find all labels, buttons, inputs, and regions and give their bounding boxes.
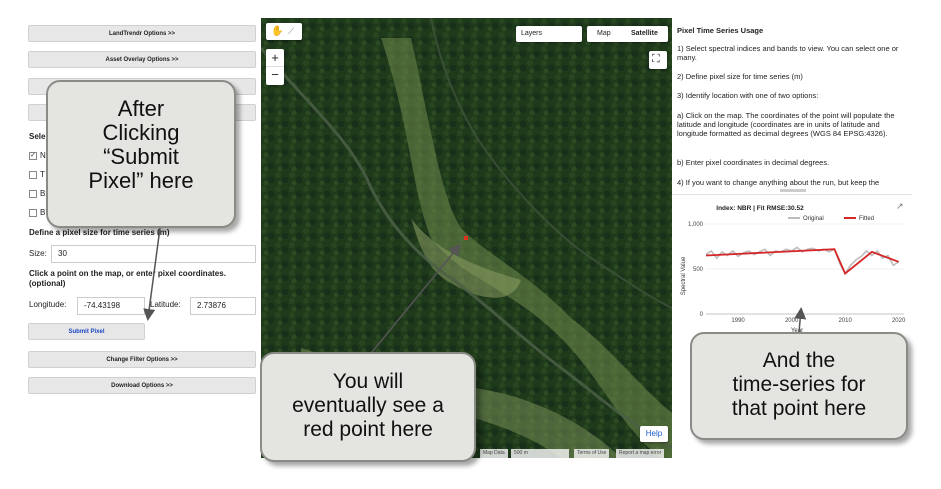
callout-left-line-3: “Submit [103, 144, 179, 169]
zoom-in-button[interactable]: + [266, 49, 284, 67]
select-indices-heading: Sele [29, 132, 46, 141]
asset-overlay-options-button[interactable]: Asset Overlay Options >> [28, 51, 256, 68]
x-tick-label: 2010 [838, 318, 852, 324]
fullscreen-button[interactable]: ⛶ [649, 51, 667, 69]
legend-label-fitted: Fitted [859, 216, 874, 222]
x-tick-label: 2020 [892, 318, 906, 324]
pixel-size-heading: Define a pixel size for time series (m) [29, 228, 170, 237]
terms-of-use-link[interactable]: Terms of Use [574, 449, 610, 458]
usage-step-1: 1) Select spectral indices and bands to … [677, 44, 899, 62]
callout-right-line-2: time-series for [732, 373, 866, 396]
index-checkbox-2[interactable] [29, 171, 37, 179]
chart-axes: 0 500 1,000 1990 2000 2010 2020 [688, 222, 906, 324]
callout-submit-pixel: After Clicking “Submit Pixel” here [46, 80, 236, 228]
latitude-label: Latitude: [150, 300, 181, 309]
callout-left-line-4: Pixel” here [88, 168, 194, 193]
callout-center-line-3: red point here [303, 418, 433, 441]
map-type-toggle: Map Satellite [587, 26, 668, 42]
layers-dropdown[interactable]: Layers [516, 26, 582, 42]
map-type-satellite-button[interactable]: Satellite [631, 26, 658, 42]
usage-step-3b: b) Enter pixel coordinates in decimal de… [677, 158, 830, 167]
callout-center-line-2: eventually see a [292, 394, 444, 417]
chart-y-label: Spectral Value [681, 256, 687, 295]
longitude-input[interactable]: -74.43198 [77, 297, 145, 315]
pixel-size-input[interactable]: 30 [51, 245, 256, 263]
latitude-input[interactable]: 2.73876 [190, 297, 256, 315]
map-scale: 500 m [511, 449, 569, 458]
selected-pixel-point [464, 236, 468, 240]
draw-line-icon[interactable]: ⟋ [288, 26, 294, 37]
help-button[interactable]: Help [640, 426, 668, 442]
zoom-out-button[interactable]: − [266, 67, 284, 85]
callout-red-point: You will eventually see a red point here [260, 352, 476, 462]
pan-hand-icon[interactable]: ✋ [271, 26, 283, 37]
longitude-label: Longitude: [29, 300, 67, 309]
submit-pixel-button[interactable]: Submit Pixel [28, 323, 145, 340]
report-map-error-link[interactable]: Report a map error [616, 449, 665, 458]
x-tick-label: 2000 [785, 318, 799, 324]
time-series-chart: Index: NBR | Fit RMSE:30.52 Original Fitt… [681, 205, 906, 334]
chart-grid [706, 223, 904, 315]
x-tick-label: 1990 [731, 318, 745, 324]
callout-left-line-1: After [117, 96, 165, 121]
download-options-button[interactable]: Download Options >> [28, 377, 256, 394]
landtrendr-options-button[interactable]: LandTrendr Options >> [28, 25, 256, 42]
y-tick-label: 0 [700, 312, 704, 318]
y-tick-label: 1,000 [688, 222, 704, 228]
usage-title: Pixel Time Series Usage [677, 26, 764, 35]
map-type-map-button[interactable]: Map [597, 26, 611, 42]
y-tick-label: 500 [693, 267, 704, 273]
change-filter-options-button[interactable]: Change Filter Options >> [28, 351, 256, 368]
callout-right-line-1: And the [762, 349, 836, 372]
index-checkbox-nbr[interactable]: ✓ [29, 152, 37, 160]
chart-legend: Original Fitted [788, 216, 874, 222]
zoom-control: + − [266, 49, 284, 85]
callout-right-line-3: that point here [731, 397, 867, 420]
index-label-2: T [40, 170, 45, 179]
fullscreen-icon: ⛶ [652, 53, 660, 65]
size-label: Size: [29, 249, 47, 258]
index-checkbox-b7[interactable] [29, 209, 37, 217]
usage-step-4: 4) If you want to change anything about … [677, 178, 880, 187]
map-tool-buttons: ✋ ⟋ [266, 23, 302, 40]
callout-time-series: And the time-series for that point here [690, 332, 908, 440]
layers-label: Layers [521, 30, 543, 37]
callout-left-line-2: Clicking [102, 120, 180, 145]
map-data-link[interactable]: Map Data [480, 449, 508, 458]
usage-step-3a: a) Click on the map. The coordinates of … [677, 111, 895, 138]
chart-title: Index: NBR | Fit RMSE:30.52 [716, 205, 804, 212]
legend-label-original: Original [803, 216, 824, 222]
chart-series [705, 246, 900, 276]
callout-center-line-1: You will [332, 370, 404, 393]
usage-step-2: 2) Define pixel size for time series (m) [677, 72, 803, 81]
index-checkbox-b2[interactable] [29, 190, 37, 198]
usage-step-3: 3) Identify location with one of two opt… [677, 91, 819, 100]
panel-resize-handle[interactable] [780, 189, 806, 192]
click-point-heading: Click a point on the map, or enter pixel… [29, 269, 226, 288]
panel-divider [672, 194, 912, 195]
